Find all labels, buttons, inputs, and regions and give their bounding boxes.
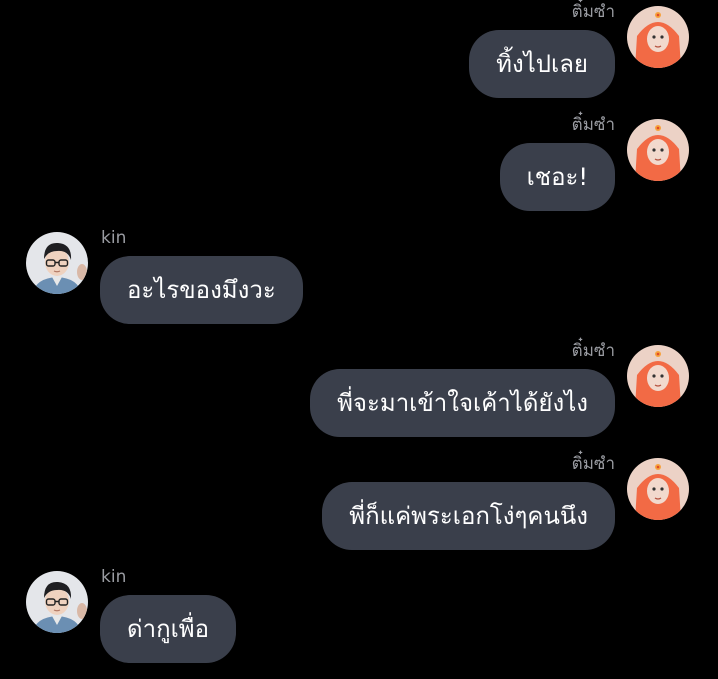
sender-name: ติ๋มซำ: [571, 115, 615, 135]
chat-screen: { "contacts": { "me": { "name": "ติ๋มซำ"…: [0, 0, 718, 679]
orange-hooded-girl-avatar-icon[interactable]: [627, 119, 689, 181]
message-row-outgoing: ติ๋มซำ พี่ก็แค่พระเอกโง่ๆคนนึง: [0, 452, 718, 565]
message-row-outgoing: ติ๋มซำ พี่จะมาเข้าใจเค้าได้ยังไง: [0, 339, 718, 452]
orange-hooded-girl-avatar-icon[interactable]: [627, 458, 689, 520]
message-row-outgoing: ติ๋มซำ เชอะ!: [0, 113, 718, 226]
message-row-outgoing: ติ๋มซำ ทิ้งไปเลย: [0, 0, 718, 113]
message-bubble[interactable]: พี่ก็แค่พระเอกโง่ๆคนนึง: [322, 482, 615, 550]
message-bubble[interactable]: อะไรของมึงวะ: [100, 256, 303, 324]
boy-with-glasses-avatar-icon[interactable]: [26, 571, 88, 633]
message-bubble[interactable]: เชอะ!: [499, 143, 615, 211]
sender-name: ติ๋มซำ: [571, 454, 615, 474]
message-bubble[interactable]: พี่จะมาเข้าใจเค้าได้ยังไง: [310, 369, 615, 437]
message-bubble[interactable]: ทิ้งไปเลย: [469, 30, 615, 98]
message-row-incoming: kin อะไรของมึงวะ: [0, 226, 718, 339]
sender-name: ติ๋มซำ: [571, 2, 615, 22]
message-bubble[interactable]: ด่ากูเพื่อ: [100, 595, 237, 663]
orange-hooded-girl-avatar-icon[interactable]: [627, 345, 689, 407]
sender-name: ติ๋มซำ: [571, 341, 615, 361]
sender-name: kin: [101, 228, 127, 248]
message-row-incoming: kin ด่ากูเพื่อ: [0, 565, 718, 678]
sender-name: kin: [101, 567, 127, 587]
orange-hooded-girl-avatar-icon[interactable]: [627, 6, 689, 68]
boy-with-glasses-avatar-icon[interactable]: [26, 232, 88, 294]
